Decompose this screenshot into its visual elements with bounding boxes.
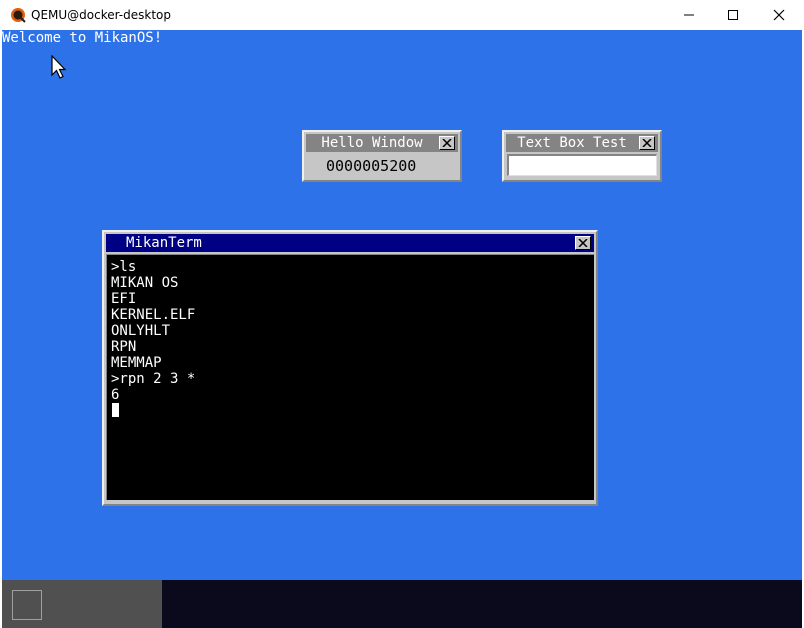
terminal-line: RPN (111, 339, 137, 355)
terminal-lines: >ls MIKAN OS EFI KERNEL.ELF ONLYHLT RPN … (111, 259, 195, 403)
terminal-line: >ls (111, 259, 137, 275)
hello-window-close-button[interactable] (439, 136, 455, 150)
terminal-line: 6 (111, 387, 120, 403)
terminal-title: MikanTerm (126, 235, 202, 251)
qemu-icon (11, 8, 26, 23)
terminal-cursor (112, 403, 119, 417)
hello-window-title: Hello Window (321, 135, 423, 151)
textbox-window-title: Text Box Test (517, 135, 627, 151)
terminal-line: MEMMAP (111, 355, 162, 371)
maximize-icon (728, 10, 738, 20)
hello-window-title-bar[interactable]: Hello Window (306, 134, 458, 152)
host-title-bar[interactable]: QEMU@docker-desktop (0, 0, 804, 30)
start-button-icon[interactable] (12, 590, 42, 620)
terminal-title-bar[interactable]: MikanTerm (106, 234, 594, 252)
host-window-title: QEMU@docker-desktop (31, 8, 171, 22)
close-icon (442, 139, 452, 147)
close-icon (578, 239, 588, 247)
terminal-close-button[interactable] (575, 236, 591, 250)
terminal-line: >rpn 2 3 * (111, 371, 196, 387)
terminal-line: ONLYHLT (111, 323, 171, 339)
minimize-icon (684, 14, 694, 16)
taskbar-start-area (2, 580, 162, 628)
terminal-window[interactable]: MikanTerm >ls MIKAN OS EFI KERNEL.ELF ON… (102, 230, 598, 506)
welcome-message: Welcome to MikanOS! (2, 30, 163, 46)
textbox-window[interactable]: Text Box Test (502, 130, 662, 182)
hello-counter-value: 0000005200 (326, 157, 417, 175)
textbox-window-title-bar[interactable]: Text Box Test (506, 134, 658, 152)
terminal-line: EFI (111, 291, 137, 307)
guest-desktop[interactable]: Welcome to MikanOS! Hello Window 0000005… (2, 30, 802, 628)
close-icon (642, 139, 652, 147)
maximize-button[interactable] (710, 0, 756, 30)
close-button[interactable] (756, 0, 802, 30)
minimize-button[interactable] (666, 0, 712, 30)
taskbar (2, 580, 802, 628)
terminal-line: KERNEL.ELF (111, 307, 196, 323)
textbox-window-close-button[interactable] (639, 136, 655, 150)
close-icon (773, 9, 785, 21)
mouse-pointer-icon (51, 55, 67, 79)
hello-window[interactable]: Hello Window 0000005200 (302, 130, 462, 182)
terminal-output-area[interactable]: >ls MIKAN OS EFI KERNEL.ELF ONLYHLT RPN … (106, 254, 594, 500)
text-box-input[interactable] (507, 154, 657, 176)
terminal-line: MIKAN OS (111, 275, 179, 291)
